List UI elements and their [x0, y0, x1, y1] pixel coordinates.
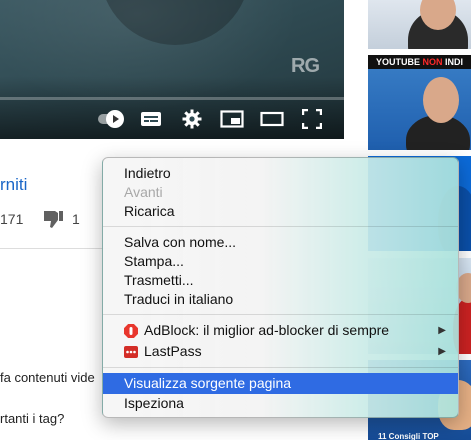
person-face [423, 77, 459, 123]
settings-button[interactable] [180, 107, 204, 131]
dislike-button[interactable] [42, 210, 64, 235]
menu-item-reload[interactable]: Ricarica [103, 201, 458, 222]
video-player[interactable]: RG [0, 0, 344, 139]
miniplayer-button[interactable] [219, 107, 245, 131]
subtitles-icon [141, 112, 161, 126]
menu-item-lastpass[interactable]: LastPass ▶ [103, 341, 458, 362]
toggle-knob [106, 110, 124, 128]
like-count: 171 [0, 211, 24, 227]
play-icon [113, 115, 119, 123]
lastpass-icon [124, 346, 138, 358]
menu-item-back[interactable]: Indietro [103, 163, 458, 184]
menu-separator [103, 226, 458, 227]
thumbnail-caption: 11 Consigli TOP [378, 432, 439, 440]
menu-item-inspect[interactable]: Ispeziona [103, 393, 458, 414]
description-text: fa contenuti vide [0, 370, 95, 385]
fullscreen-button[interactable] [300, 107, 324, 131]
related-video-thumbnail[interactable]: YOUTUBE NON INDI [368, 55, 471, 150]
context-menu: Indietro Avanti Ricarica Salva con nome.… [102, 157, 459, 418]
autoplay-toggle[interactable] [93, 107, 125, 131]
menu-item-translate[interactable]: Traduci in italiano [103, 289, 458, 310]
description-text: rtanti i tag? [0, 411, 65, 426]
menu-item-print[interactable]: Stampa... [103, 251, 458, 272]
menu-separator [103, 314, 458, 315]
menu-item-forward: Avanti [124, 184, 163, 200]
dislike-count: 1 [72, 211, 80, 227]
related-video-thumbnail[interactable] [368, 0, 471, 49]
adblock-icon [124, 324, 138, 338]
thumbs-down-icon [44, 211, 63, 228]
menu-item-cast[interactable]: Trasmetti... [103, 270, 458, 291]
player-controls [0, 104, 344, 134]
subtitles-button[interactable] [139, 107, 163, 131]
progress-bar[interactable] [0, 97, 344, 100]
menu-item-save-as[interactable]: Salva con nome... [103, 232, 458, 253]
thumbnail-banner: YOUTUBE NON INDI [368, 55, 471, 69]
settings-gear-icon [182, 109, 202, 129]
fullscreen-icon [302, 109, 322, 129]
miniplayer-icon [220, 110, 244, 128]
menu-separator [103, 367, 458, 368]
channel-watermark: RG [291, 55, 320, 77]
menu-item-view-source[interactable]: Visualizza sorgente pagina [103, 373, 458, 394]
video-title-link[interactable]: rniti [0, 175, 27, 195]
theater-mode-button[interactable] [259, 107, 285, 131]
menu-item-adblock[interactable]: AdBlock: il miglior ad-blocker di sempre… [103, 320, 458, 341]
section-divider [0, 248, 110, 249]
submenu-arrow-icon: ▶ [438, 325, 446, 336]
submenu-arrow-icon: ▶ [438, 346, 446, 357]
theater-mode-icon [260, 111, 284, 127]
